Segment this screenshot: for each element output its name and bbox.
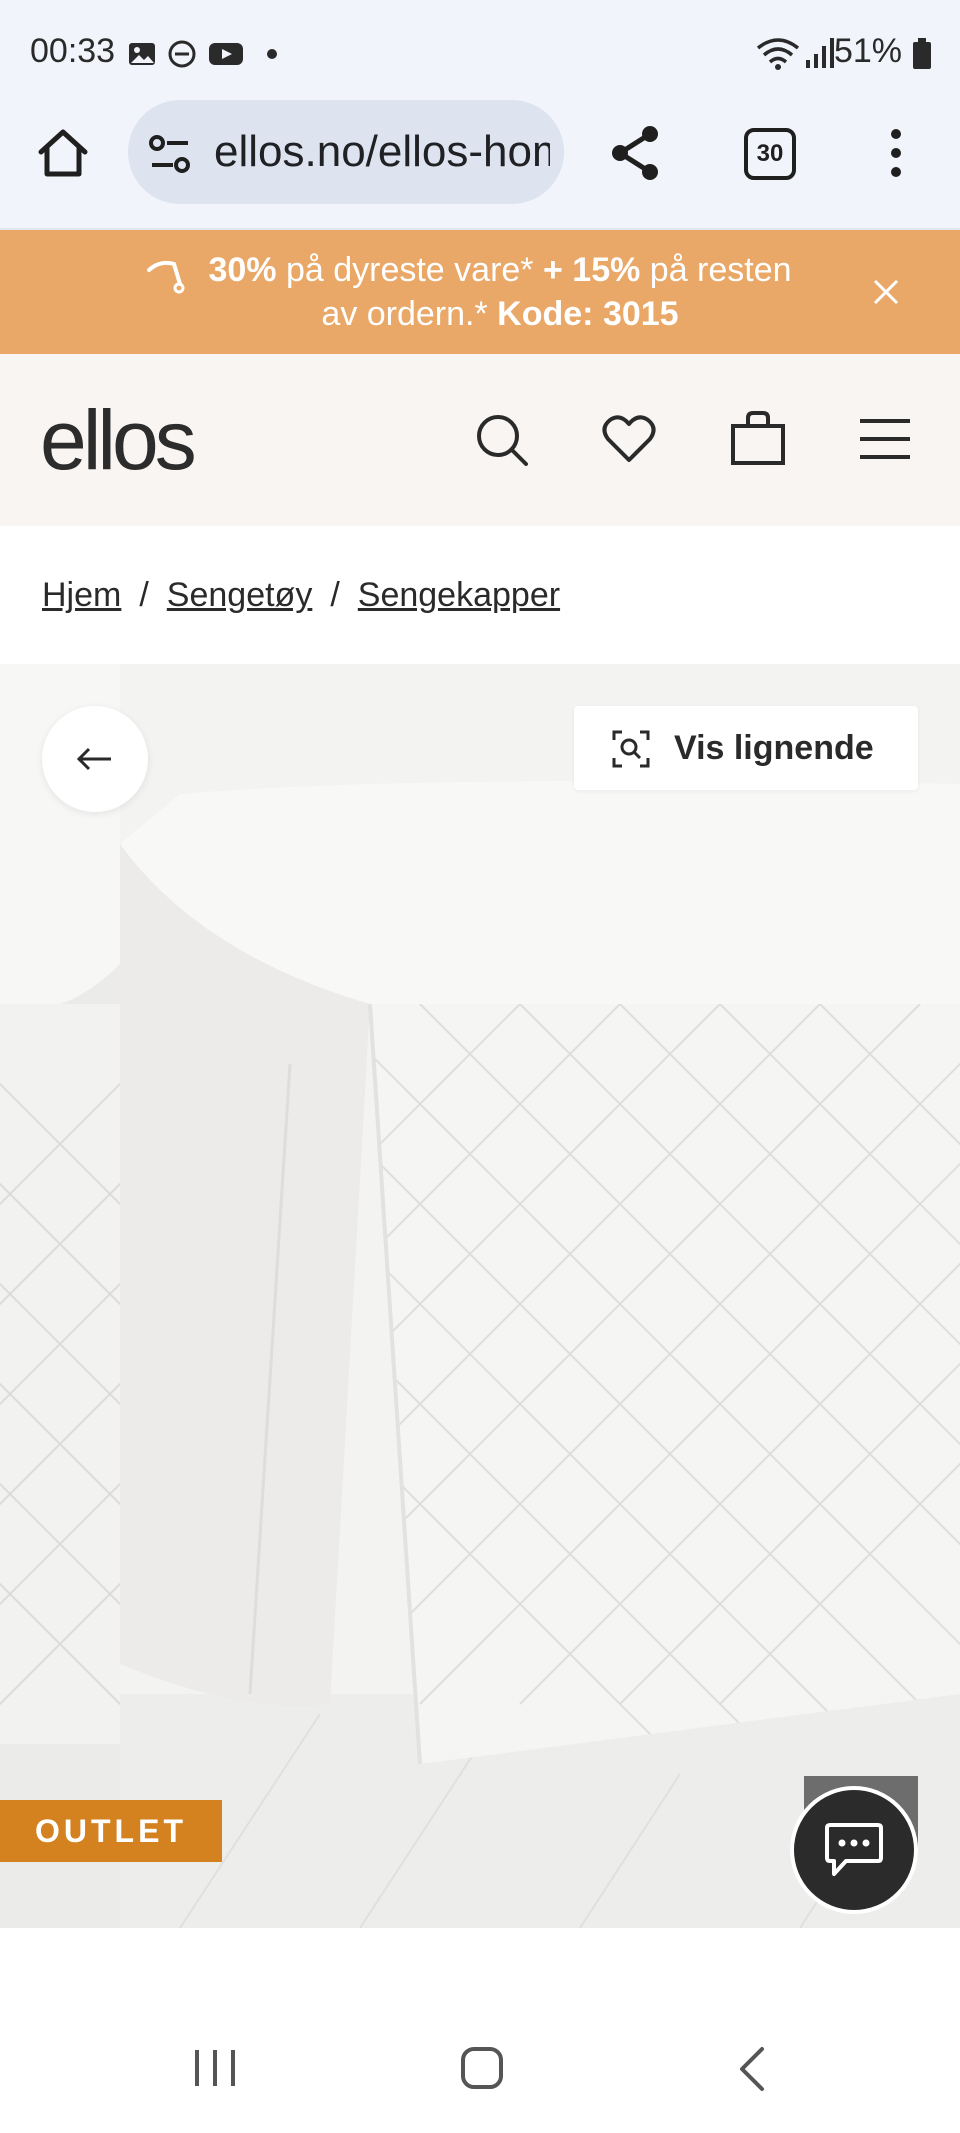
- promo-text-2: på resten: [640, 251, 792, 289]
- back-nav-icon[interactable]: [736, 2046, 766, 2092]
- breadcrumb-item-sengekapper[interactable]: Sengekapper: [358, 576, 560, 614]
- dot-icon: [267, 49, 277, 59]
- promo-text-3: av ordern.*: [321, 295, 498, 333]
- share-icon[interactable]: [608, 124, 662, 182]
- back-button[interactable]: [42, 706, 148, 812]
- status-time: 00:33: [30, 32, 116, 70]
- home-nav-icon[interactable]: [460, 2046, 504, 2090]
- promo-text-line-2: av ordern.* Kode: 3015: [140, 292, 860, 336]
- signal-icon: [806, 38, 834, 68]
- youtube-icon: [209, 43, 243, 65]
- breadcrumb-separator: /: [330, 576, 340, 614]
- previous-product-image: [0, 664, 161, 1928]
- main-product-image-slide[interactable]: [120, 664, 960, 1928]
- ellos-logo[interactable]: ellos: [40, 392, 197, 488]
- tabs-button[interactable]: 30: [744, 128, 796, 180]
- url-text[interactable]: ellos.no/ellos-home: [214, 126, 550, 178]
- home-icon[interactable]: [36, 126, 90, 180]
- wifi-icon: [756, 38, 800, 70]
- chat-button[interactable]: [790, 1786, 918, 1914]
- show-similar-label[interactable]: Vis lignende: [674, 726, 874, 770]
- promo-code: Kode: 3015: [497, 295, 679, 333]
- recent-apps-icon[interactable]: [192, 2048, 238, 2088]
- breadcrumb-item-hjem[interactable]: Hjem: [42, 576, 121, 614]
- previous-image-slide[interactable]: [0, 664, 161, 1928]
- menu-icon[interactable]: [860, 418, 910, 460]
- visual-search-icon: [612, 730, 650, 768]
- chat-icon: [825, 1823, 883, 1876]
- promo-percent-2: + 15%: [542, 251, 641, 289]
- promo-text-line-1: 30% på dyreste vare* + 15% på resten: [140, 248, 860, 292]
- close-icon[interactable]: [872, 278, 900, 306]
- breadcrumb-separator: /: [139, 576, 149, 614]
- promo-percent-1: 30%: [208, 251, 277, 289]
- gallery-icon: [129, 43, 155, 65]
- arrow-left-icon: [77, 747, 111, 771]
- outlet-badge: OUTLET: [0, 1800, 222, 1862]
- more-icon[interactable]: [884, 128, 908, 178]
- bag-icon[interactable]: [730, 410, 786, 466]
- site-settings-icon[interactable]: [148, 134, 192, 174]
- product-gallery[interactable]: [0, 664, 960, 1928]
- dnd-icon: [168, 40, 196, 68]
- breadcrumb: Hjem / Sengetøy / Sengekapper: [42, 570, 560, 620]
- bedspread-product-image: [120, 664, 960, 1928]
- search-icon[interactable]: [474, 412, 530, 468]
- heart-icon[interactable]: [602, 414, 656, 464]
- battery-percent: 51%: [833, 32, 902, 70]
- promo-text-1: på dyreste vare*: [276, 251, 543, 289]
- battery-icon: [913, 38, 931, 69]
- breadcrumb-item-sengetoy[interactable]: Sengetøy: [167, 576, 313, 614]
